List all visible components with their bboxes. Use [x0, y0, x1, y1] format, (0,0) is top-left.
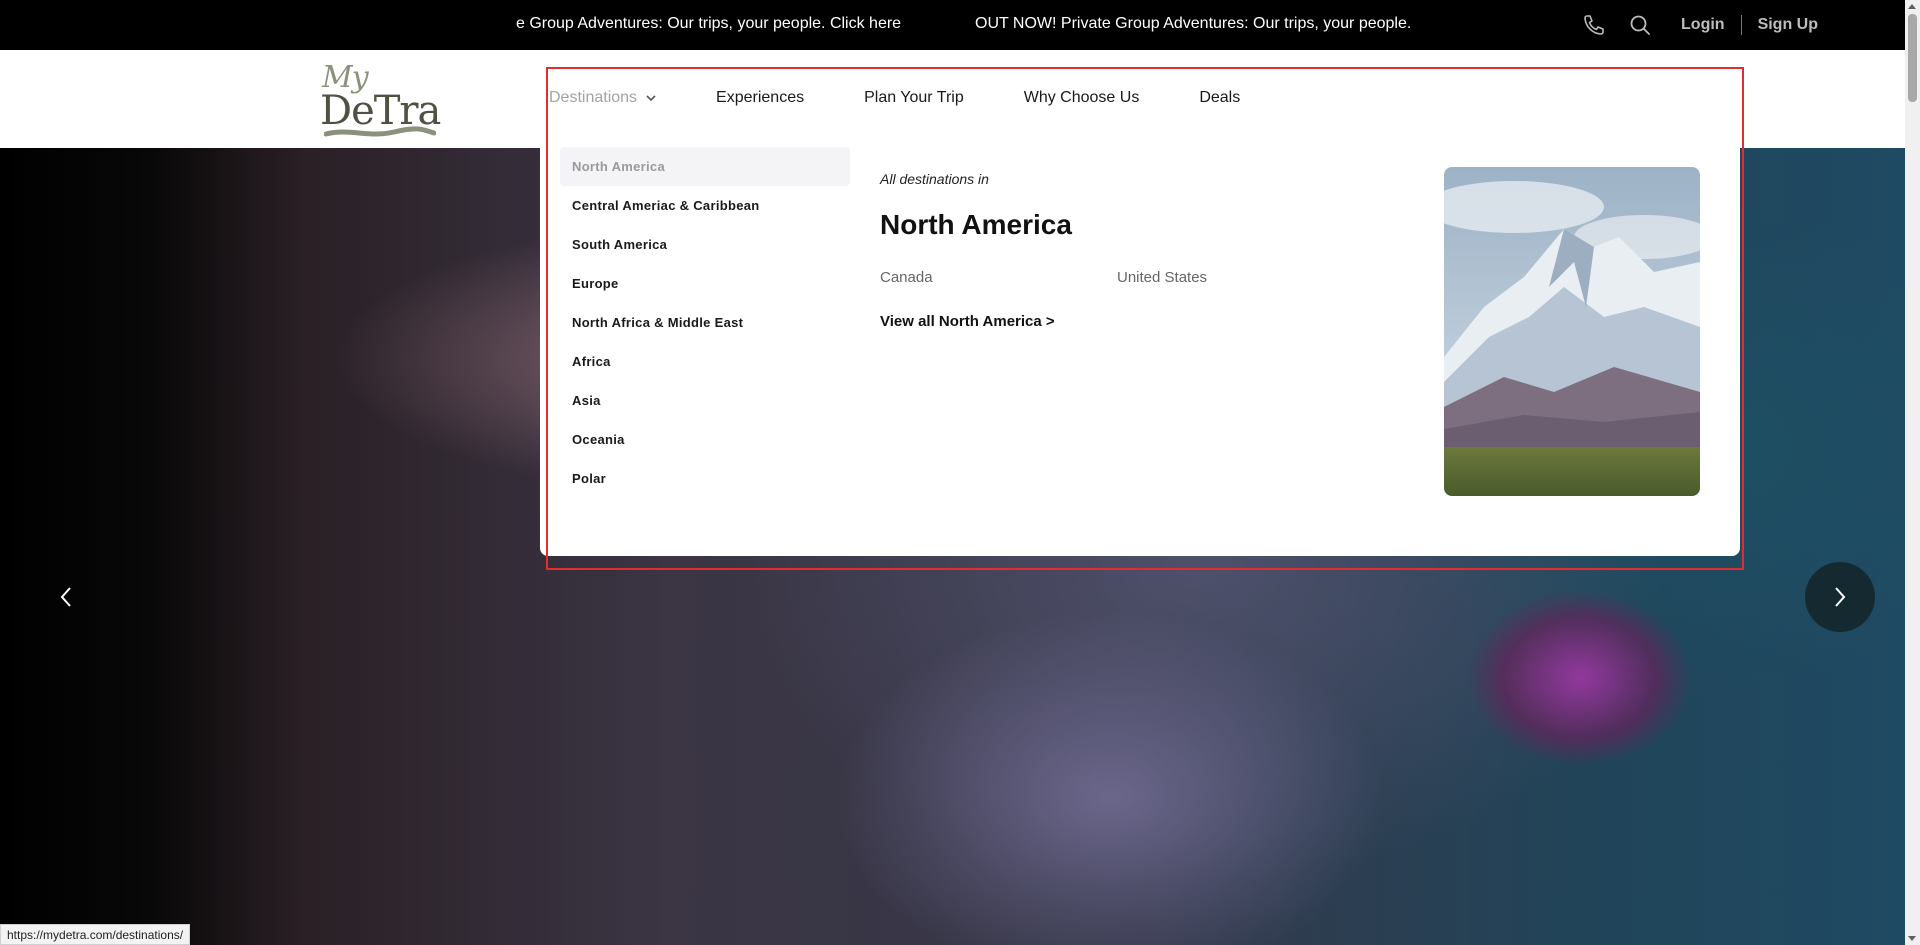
region-item-europe[interactable]: Europe: [560, 264, 850, 303]
region-item-central-america-caribbean[interactable]: Central Ameriac & Caribbean: [560, 186, 850, 225]
region-item-north-africa-middle-east[interactable]: North Africa & Middle East: [560, 303, 850, 342]
announcement-bar: e Group Adventures: Our trips, your peop…: [0, 0, 1905, 50]
top-actions: Login Sign Up: [1581, 0, 1818, 50]
page-scrollbar[interactable]: [1905, 0, 1920, 945]
region-item-polar[interactable]: Polar: [560, 459, 850, 498]
chevron-left-icon: [60, 587, 71, 607]
nav-label: Destinations: [549, 89, 638, 106]
search-icon[interactable]: [1627, 12, 1653, 38]
nav-deals[interactable]: Deals: [1199, 89, 1240, 107]
region-item-north-america[interactable]: North America: [560, 147, 850, 186]
announcement-marquee[interactable]: e Group Adventures: Our trips, your peop…: [0, 0, 1560, 50]
nav-experiences[interactable]: Experiences: [716, 89, 804, 107]
nav-why-choose-us[interactable]: Why Choose Us: [1024, 89, 1140, 107]
nav-plan-your-trip[interactable]: Plan Your Trip: [864, 89, 964, 107]
country-link-canada[interactable]: Canada: [880, 269, 933, 286]
announcement-text[interactable]: e Group Adventures: Our trips, your peop…: [516, 15, 901, 33]
chevron-down-icon: [646, 94, 656, 101]
scroll-down-arrow[interactable]: [1908, 936, 1916, 941]
region-item-africa[interactable]: Africa: [560, 342, 850, 381]
logo[interactable]: My DeTra: [320, 60, 441, 140]
scroll-up-arrow[interactable]: [1908, 4, 1916, 9]
region-item-south-america[interactable]: South America: [560, 225, 850, 264]
login-link[interactable]: Login: [1681, 16, 1725, 34]
phone-icon[interactable]: [1581, 12, 1607, 38]
country-link-united-states[interactable]: United States: [1117, 269, 1207, 286]
destinations-title: North America: [880, 209, 1072, 240]
region-item-asia[interactable]: Asia: [560, 381, 850, 420]
divider: [1740, 15, 1742, 35]
scroll-thumb[interactable]: [1908, 14, 1917, 102]
carousel-prev-button[interactable]: [56, 580, 76, 614]
region-list: North America Central Ameriac & Caribbea…: [560, 147, 850, 498]
chevron-right-icon: [1835, 587, 1846, 607]
nav-destinations[interactable]: Destinations: [549, 89, 656, 107]
destinations-subtitle: All destinations in: [880, 171, 989, 187]
status-bar-url: https://mydetra.com/destinations/: [0, 924, 191, 945]
region-item-oceania[interactable]: Oceania: [560, 420, 850, 459]
view-all-link[interactable]: View all North America >: [880, 313, 1055, 330]
announcement-text[interactable]: OUT NOW! Private Group Adventures: Our t…: [975, 15, 1411, 33]
main-nav: Destinations Experiences Plan Your Trip …: [549, 88, 1240, 108]
destination-image: [1444, 167, 1700, 496]
logo-swoosh-icon: [324, 126, 436, 137]
carousel-next-button[interactable]: [1805, 562, 1875, 632]
signup-link[interactable]: Sign Up: [1758, 16, 1818, 34]
